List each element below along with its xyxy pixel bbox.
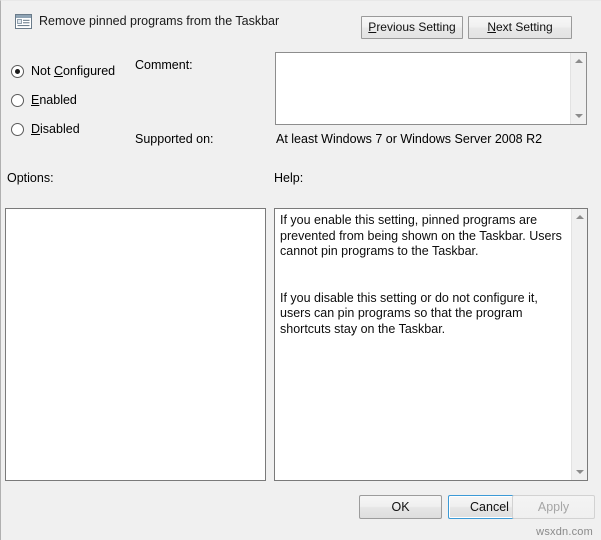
comment-scroll-down-icon[interactable] [571,108,586,124]
group-policy-setting-dialog: Remove pinned programs from the Taskbar … [0,0,601,540]
help-text: If you enable this setting, pinned progr… [280,213,562,336]
ok-button[interactable]: OK [359,495,442,519]
help-label: Help: [274,171,304,185]
radio-mark-enabled [11,93,24,107]
help-scroll-up-icon[interactable] [572,209,587,225]
help-scrollbar[interactable] [571,209,587,480]
comment-label: Comment: [135,58,193,72]
options-panel[interactable] [5,208,266,481]
radio-enabled[interactable]: Enabled [11,91,77,109]
help-panel: If you enable this setting, pinned progr… [274,208,588,481]
comment-scroll-up-icon[interactable] [571,53,586,69]
radio-label-not-configured: Not Configured [31,64,116,78]
radio-label-enabled: Enabled [31,93,77,107]
radio-mark-disabled [11,122,24,136]
comment-textarea[interactable] [275,52,587,125]
radio-disabled[interactable]: Disabled [11,120,80,138]
apply-button: Apply [512,495,595,519]
supported-on-label: Supported on: [135,132,214,146]
page-title: Remove pinned programs from the Taskbar [39,14,280,28]
radio-not-configured[interactable]: Not Configured [11,62,115,80]
watermark: wsxdn.com [536,526,593,538]
policy-setting-icon [15,13,32,30]
comment-scrollbar[interactable] [570,53,586,124]
supported-on-value: At least Windows 7 or Windows Server 200… [276,132,543,146]
next-setting-button[interactable]: Next Setting [468,16,572,39]
radio-label-disabled: Disabled [31,122,80,136]
previous-setting-button[interactable]: Previous Setting [361,16,463,39]
radio-mark-not-configured [11,64,24,78]
options-label: Options: [7,171,54,185]
help-scroll-down-icon[interactable] [572,464,587,480]
dialog-header: Remove pinned programs from the Taskbar … [1,1,601,45]
